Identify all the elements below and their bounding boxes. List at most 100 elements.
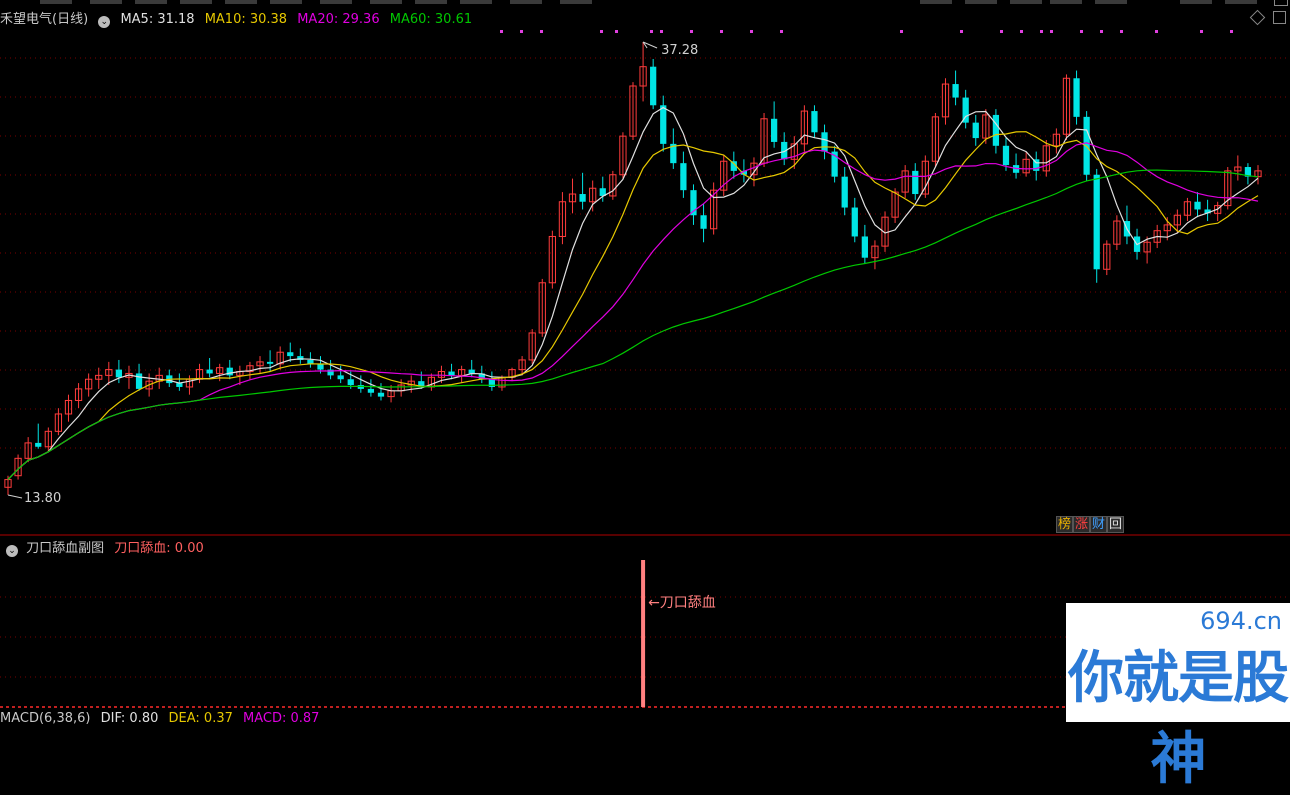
candle-down [206, 369, 213, 374]
main-title[interactable]: 禾望电气(日线) [0, 12, 88, 27]
macd-dif: DIF: 0.80 [100, 711, 159, 726]
ma20-line [7, 142, 1259, 481]
top-toolbar-strip [0, 0, 1290, 6]
sub-chart[interactable]: ←刀口舔血 [641, 560, 716, 707]
toolbar-tab[interactable] [1180, 0, 1212, 4]
macd-value: MACD: 0.87 [243, 711, 320, 726]
candle-down [912, 170, 919, 195]
chevron-down-icon[interactable]: ⌄ [98, 16, 111, 28]
candle-down [1093, 174, 1100, 270]
toolbar-tab[interactable] [225, 0, 257, 4]
candle-down [347, 379, 354, 386]
watermark: 694.cn 你就是股神 [1066, 603, 1290, 792]
candle-down [952, 84, 959, 98]
square-icon[interactable] [1273, 11, 1286, 24]
sub-chart-header: ⌄ 刀口舔血副图 刀口舔血: 0.00 [0, 537, 204, 557]
ma10-value: MA10: 30.38 [204, 12, 288, 27]
info-badges: 榜涨财回 [1056, 516, 1125, 533]
signal-label: ←刀口舔血 [648, 595, 716, 611]
candle-down [992, 114, 1000, 146]
chevron-down-icon[interactable]: ⌄ [6, 545, 18, 557]
toolbar-tab[interactable] [920, 0, 952, 4]
high-label: 37.28 [661, 43, 698, 58]
toolbar-tab[interactable] [1050, 0, 1082, 4]
signal-dot [1080, 30, 1083, 33]
watermark-slogan: 你就是股神 [1068, 646, 1289, 792]
candle-down [811, 111, 818, 133]
macd-title[interactable]: MACD(6,38,6) [0, 711, 90, 726]
candle-down [115, 369, 123, 378]
toolbar-tab[interactable] [135, 0, 167, 4]
candles[interactable] [4, 42, 1262, 495]
toolbar-tab[interactable] [90, 0, 122, 4]
main-chart-header: 禾望电气(日线) ⌄ MA5: 31.18 MA10: 30.38 MA20: … [0, 8, 1250, 28]
signal-dot [1155, 30, 1158, 33]
signal-dot [650, 30, 653, 33]
toolbar-tab[interactable] [965, 0, 997, 4]
candle-down [1194, 201, 1201, 210]
signal-dot [960, 30, 963, 33]
toolbar-tab[interactable] [1095, 0, 1127, 4]
candle-down [841, 176, 848, 208]
candle-down [680, 163, 687, 191]
high-arrow [642, 41, 658, 49]
candle-down [367, 388, 375, 393]
toolbar-tab[interactable] [510, 0, 542, 4]
signal-dot [600, 30, 603, 33]
macd-dea: DEA: 0.37 [168, 711, 233, 726]
toolbar-tab[interactable] [415, 0, 447, 4]
top-markers [500, 30, 1233, 33]
candle-down [861, 236, 868, 258]
moving-averages [7, 106, 1259, 481]
signal-dot [780, 30, 783, 33]
ma60-value: MA60: 30.61 [389, 12, 473, 27]
candle-down [448, 371, 455, 376]
signal-dot [1100, 30, 1103, 33]
signal-dot [1040, 30, 1043, 33]
candle-down [851, 207, 858, 237]
candle-down [468, 369, 475, 374]
panel-control-icon[interactable] [1274, 0, 1288, 6]
low-arrow [7, 494, 23, 499]
toolbar-tab[interactable] [1010, 0, 1042, 4]
watermark-domain: 694.cn [1200, 607, 1282, 635]
toolbar-tab[interactable] [180, 0, 212, 4]
toolbar-tab[interactable] [40, 0, 72, 4]
toolbar-tab[interactable] [460, 0, 492, 4]
signal-dot [1000, 30, 1003, 33]
candle-down [821, 132, 828, 152]
signal-dot [1230, 30, 1233, 33]
signal-dot [1200, 30, 1203, 33]
ma5-value: MA5: 31.18 [120, 12, 195, 27]
toolbar-tab[interactable] [560, 0, 592, 4]
toolbar-tab[interactable] [270, 0, 302, 4]
candle-down [700, 215, 707, 229]
badge-bang[interactable]: 榜 [1056, 516, 1074, 533]
candle-down [579, 194, 586, 202]
candle-down [226, 367, 233, 376]
signal-dot [720, 30, 723, 33]
signal-bar [641, 560, 646, 707]
signal-dot [500, 30, 503, 33]
candle-down [660, 105, 667, 144]
sub-title[interactable]: 刀口舔血副图 [26, 541, 104, 556]
badge-zhang[interactable]: 涨 [1073, 516, 1091, 533]
ma10-line [7, 131, 1259, 481]
candle-down [337, 375, 344, 380]
badge-hui[interactable]: 回 [1107, 516, 1125, 533]
candle-down [650, 66, 657, 106]
signal-dot [900, 30, 903, 33]
ma5-line [7, 106, 1259, 481]
signal-dot [540, 30, 543, 33]
macd-header: MACD(6,38,6) DIF: 0.80 DEA: 0.37 MACD: 0… [0, 711, 320, 726]
toolbar-tab[interactable] [320, 0, 352, 4]
ma20-value: MA20: 29.36 [297, 12, 380, 27]
signal-dot [660, 30, 663, 33]
signal-dot [1020, 30, 1023, 33]
signal-dot [520, 30, 523, 33]
badge-cai[interactable]: 财 [1090, 516, 1108, 533]
annotations: 37.28 13.80 [7, 41, 698, 506]
low-label: 13.80 [24, 491, 61, 506]
toolbar-tab[interactable] [370, 0, 402, 4]
toolbar-tab[interactable] [1225, 0, 1257, 4]
